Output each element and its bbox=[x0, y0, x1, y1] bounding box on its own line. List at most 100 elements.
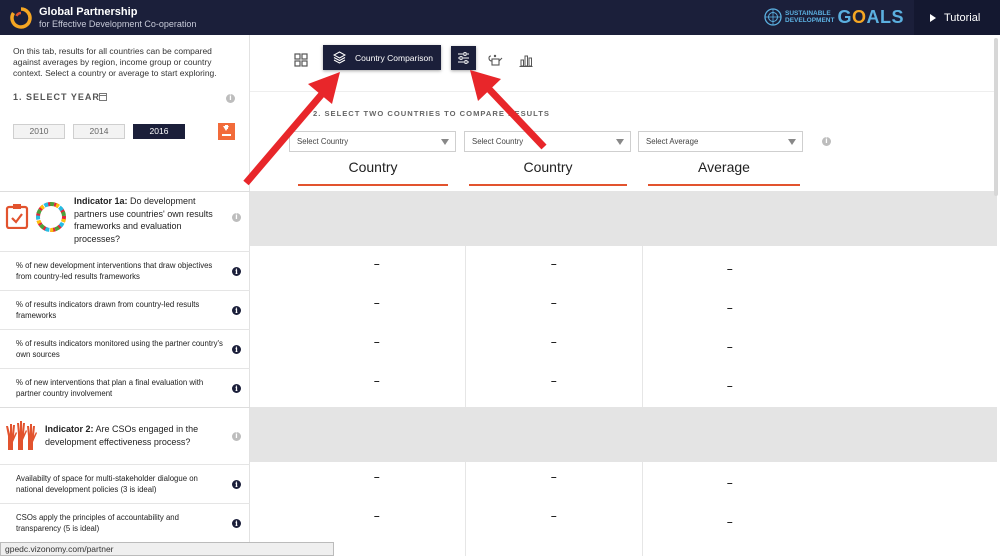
metric-label: % of results indicators drawn from count… bbox=[16, 300, 200, 320]
value-cell: – bbox=[551, 337, 557, 348]
tutorial-button[interactable]: Tutorial bbox=[914, 0, 1000, 35]
metric-info-icon[interactable]: i bbox=[232, 384, 241, 393]
sdg-wheel-icon bbox=[36, 202, 66, 232]
column-divider bbox=[642, 246, 643, 407]
value-cell: – bbox=[374, 337, 380, 348]
value-cell: – bbox=[551, 511, 557, 522]
value-cell: – bbox=[551, 259, 557, 270]
year-button-2014[interactable]: 2014 bbox=[73, 124, 125, 139]
filter-settings-button[interactable] bbox=[451, 46, 476, 70]
column-header-average: Average bbox=[698, 159, 750, 175]
value-cell: – bbox=[374, 511, 380, 522]
indicator-2-info-icon[interactable]: i bbox=[232, 432, 241, 441]
indicator-1a-info-icon[interactable]: i bbox=[232, 213, 241, 222]
indicator-1a-title: Indicator 1a: Do development partners us… bbox=[74, 195, 226, 245]
sliders-icon bbox=[458, 52, 469, 64]
sdg-logo: SUSTAINABLE DEVELOPMENT GOALS bbox=[764, 7, 904, 27]
column-underline bbox=[648, 184, 800, 186]
country-comparison-label: Country Comparison bbox=[355, 52, 433, 63]
indicator-2-label: Indicator 2: bbox=[45, 424, 94, 434]
column-underline bbox=[298, 184, 448, 186]
sdg-text: SUSTAINABLE DEVELOPMENT bbox=[785, 10, 834, 24]
indicator-1a-label: Indicator 1a: bbox=[74, 196, 128, 206]
column-header-country-1: Country bbox=[348, 159, 398, 175]
select-country-2-value: Select Country bbox=[472, 137, 524, 146]
download-button[interactable] bbox=[218, 123, 235, 140]
intro-text: On this tab, results for all countries c… bbox=[13, 46, 217, 78]
metric-label: % of new development interventions that … bbox=[16, 261, 213, 281]
page-scrollbar[interactable] bbox=[994, 38, 998, 196]
browser-status-bar: gpedc.vizonomy.com/partner bbox=[0, 542, 334, 556]
grid-view-button[interactable] bbox=[289, 48, 313, 72]
brand-title: Global Partnership bbox=[39, 6, 138, 18]
value-cell: – bbox=[374, 259, 380, 270]
column-divider bbox=[642, 462, 643, 556]
metric-row: Availabilty of space for multi-stakehold… bbox=[0, 464, 250, 503]
metric-info-icon[interactable]: i bbox=[232, 345, 241, 354]
value-cell: – bbox=[727, 381, 733, 392]
bar-chart-view-button[interactable] bbox=[514, 48, 538, 72]
select-country-1-dropdown[interactable]: Select Country bbox=[289, 131, 456, 152]
column-divider bbox=[465, 246, 466, 407]
year-button-2016[interactable]: 2016 bbox=[133, 124, 185, 139]
sdg-goals-wordmark: GOALS bbox=[837, 7, 904, 28]
metric-row: CSOs apply the principles of accountabil… bbox=[0, 503, 250, 542]
play-icon bbox=[930, 13, 936, 22]
goals-rest: ALS bbox=[866, 6, 905, 27]
sdg-line-1: SUSTAINABLE bbox=[785, 10, 831, 17]
chevron-down-icon bbox=[788, 139, 796, 145]
calendar-icon bbox=[99, 93, 107, 101]
select-average-dropdown[interactable]: Select Average bbox=[638, 131, 803, 152]
select-year-heading: 1. SELECT YEAR bbox=[13, 92, 100, 102]
metric-row: % of results indicators monitored using … bbox=[0, 329, 250, 368]
tutorial-label: Tutorial bbox=[944, 11, 981, 24]
select-country-2-dropdown[interactable]: Select Country bbox=[464, 131, 631, 152]
brand-subtitle: for Effective Development Co-operation bbox=[39, 19, 197, 29]
layers-icon bbox=[333, 51, 346, 64]
metric-label: CSOs apply the principles of accountabil… bbox=[16, 513, 179, 533]
value-cell: – bbox=[374, 376, 380, 387]
compare-info-icon[interactable]: i bbox=[822, 137, 831, 146]
un-emblem-icon bbox=[764, 8, 782, 26]
column-divider bbox=[465, 462, 466, 556]
metric-row: % of new interventions that plan a final… bbox=[0, 368, 250, 407]
metric-label: % of new interventions that plan a final… bbox=[16, 378, 204, 398]
indicator-2-header: Indicator 2: Are CSOs engaged in the dev… bbox=[0, 407, 250, 464]
compare-heading: 2. SELECT TWO COUNTRIES TO COMPARE RESUL… bbox=[313, 109, 550, 118]
year-button-2010[interactable]: 2010 bbox=[13, 124, 65, 139]
select-average-value: Select Average bbox=[646, 137, 699, 146]
year-info-icon[interactable]: i bbox=[226, 94, 235, 103]
sdg-line-2: DEVELOPMENT bbox=[785, 17, 835, 24]
metric-row: % of new development interventions that … bbox=[0, 251, 250, 290]
metric-label: Availabilty of space for multi-stakehold… bbox=[16, 474, 198, 494]
value-cell: – bbox=[551, 376, 557, 387]
chevron-down-icon bbox=[441, 139, 449, 145]
metric-info-icon[interactable]: i bbox=[232, 306, 241, 315]
metric-label: % of results indicators monitored using … bbox=[16, 339, 223, 359]
grid-icon bbox=[294, 53, 308, 67]
download-icon bbox=[222, 134, 231, 136]
left-sidebar: On this tab, results for all countries c… bbox=[0, 35, 250, 556]
value-cell: – bbox=[727, 517, 733, 528]
column-header-country-2: Country bbox=[523, 159, 573, 175]
metric-info-icon[interactable]: i bbox=[232, 267, 241, 276]
value-cell: – bbox=[551, 472, 557, 483]
gpedc-logo-icon bbox=[10, 7, 32, 29]
goals-o: O bbox=[852, 6, 867, 27]
value-cell: – bbox=[374, 298, 380, 309]
country-comparison-button[interactable]: Country Comparison bbox=[323, 45, 441, 70]
value-cell: – bbox=[727, 342, 733, 353]
bar-chart-icon bbox=[519, 55, 533, 67]
top-header: Global Partnership for Effective Develop… bbox=[0, 0, 1000, 35]
value-cell: – bbox=[727, 264, 733, 275]
indicator-1a-header: Indicator 1a: Do development partners us… bbox=[0, 191, 250, 251]
column-underline bbox=[469, 184, 627, 186]
metric-info-icon[interactable]: i bbox=[232, 480, 241, 489]
chevron-down-icon bbox=[616, 139, 624, 145]
indicator-1a-band bbox=[250, 191, 997, 246]
metric-info-icon[interactable]: i bbox=[232, 519, 241, 528]
watering-can-view-button[interactable] bbox=[483, 48, 507, 72]
indicator-2-title: Indicator 2: Are CSOs engaged in the dev… bbox=[45, 423, 215, 448]
value-cell: – bbox=[727, 478, 733, 489]
value-cell: – bbox=[374, 472, 380, 483]
